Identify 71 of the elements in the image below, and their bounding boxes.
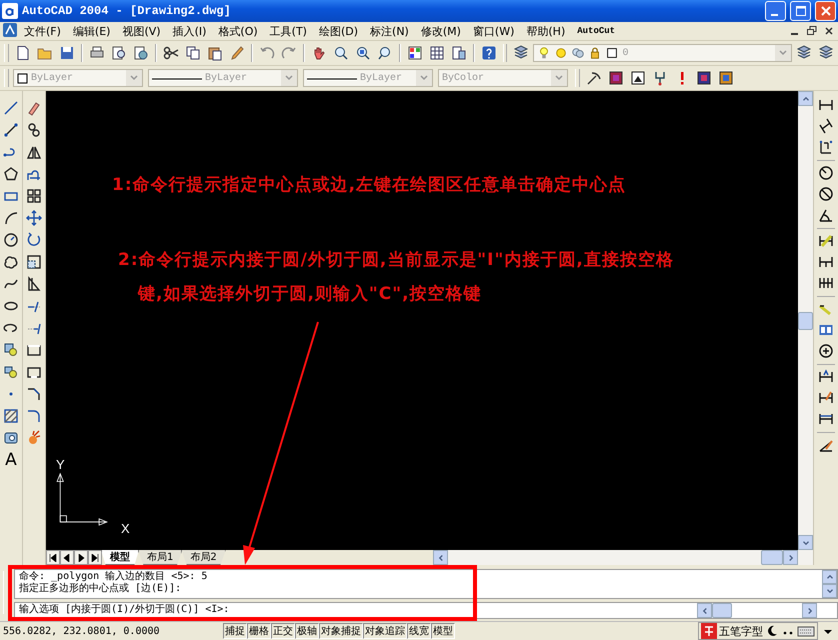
drawing-canvas[interactable]: 1:命令行提示指定中心点或边,左键在绘图区任意单击确定中心点 2:命令行提示内接于圆/外切于圆,当前显示是"I"内接于圆,直接按空格 键,如果选择外切于圆,则输入"C",按空格键 Y X bbox=[46, 91, 798, 550]
tab-prev-icon[interactable] bbox=[60, 550, 74, 565]
close-button[interactable] bbox=[815, 1, 836, 21]
menu-item[interactable]: 帮助(H) bbox=[520, 22, 572, 40]
annotation-text: 1:命令行提示指定中心点或边,左键在绘图区任意单击确定中心点 bbox=[112, 174, 626, 196]
menu-item[interactable]: 编辑(E) bbox=[66, 22, 116, 40]
status-toggle[interactable]: 线宽 bbox=[407, 623, 431, 639]
layout-tab[interactable]: 布局2 bbox=[181, 550, 226, 565]
scroll-thumb[interactable] bbox=[712, 603, 732, 618]
menu-item[interactable]: 视图(V) bbox=[116, 22, 167, 40]
layout-tab[interactable]: 模型 bbox=[101, 550, 139, 565]
tab-last-icon[interactable] bbox=[88, 550, 102, 565]
status-toggle[interactable]: 正交 bbox=[271, 623, 295, 639]
sun-icon bbox=[554, 46, 568, 60]
scroll-up-icon[interactable] bbox=[798, 91, 813, 106]
text-tool[interactable]: A bbox=[0, 449, 22, 471]
property-value: ByColor bbox=[442, 72, 484, 84]
status-toggle[interactable]: 对象追踪 bbox=[363, 623, 407, 639]
dropdown-caret-icon bbox=[420, 74, 428, 82]
menu-item[interactable]: 修改(M) bbox=[414, 22, 467, 40]
property-value: ByLayer bbox=[360, 72, 402, 84]
menu-item[interactable]: 标注(N) bbox=[364, 22, 415, 40]
scroll-left-icon[interactable] bbox=[697, 603, 712, 618]
scroll-left-icon[interactable] bbox=[433, 550, 448, 565]
x-axis-label: X bbox=[121, 521, 130, 536]
maximize-button[interactable] bbox=[790, 1, 811, 21]
annotation-text: 键,如果选择外切于圆,则输入"C",按空格键 bbox=[138, 283, 482, 305]
tab-next-icon[interactable] bbox=[74, 550, 88, 565]
layout-tab[interactable]: 布局1 bbox=[138, 550, 182, 565]
scroll-up-icon[interactable] bbox=[822, 570, 837, 584]
dropdown-caret-icon bbox=[555, 74, 563, 82]
square-icon bbox=[605, 46, 620, 60]
coordinates-readout: 556.0282, 232.0801, 0.0000 bbox=[2, 626, 161, 636]
annotation-text: 2:命令行提示内接于圆/外切于圆,当前显示是"I"内接于圆,直接按空格 bbox=[118, 249, 674, 271]
dropdown-caret-icon bbox=[130, 74, 138, 82]
layer-name: 0 bbox=[622, 48, 628, 58]
restore-icon[interactable] bbox=[804, 24, 819, 38]
command-history-line: 命令: _polygon 输入边的数目 <5>: 5 bbox=[19, 571, 208, 582]
minimize-button[interactable] bbox=[765, 1, 786, 21]
dropdown-caret-icon bbox=[285, 74, 293, 82]
scroll-down-icon[interactable] bbox=[798, 535, 813, 550]
scroll-right-icon[interactable] bbox=[802, 603, 817, 618]
color-swatch-icon bbox=[17, 72, 28, 84]
tab-first-icon[interactable] bbox=[46, 550, 60, 565]
window-title: AutoCAD 2004 - [Drawing2.dwg] bbox=[22, 4, 232, 18]
menu-item[interactable]: 窗口(W) bbox=[466, 22, 520, 40]
scroll-right-icon[interactable] bbox=[783, 550, 798, 565]
status-toggle[interactable]: 极轴 bbox=[295, 623, 319, 639]
app-logo-icon bbox=[2, 3, 18, 19]
status-toggle[interactable]: 对象捕捉 bbox=[319, 623, 363, 639]
status-toggle[interactable]: 栅格 bbox=[247, 623, 271, 639]
scroll-thumb[interactable] bbox=[798, 312, 813, 330]
menu-item[interactable]: 绘图(D) bbox=[312, 22, 364, 40]
minimize-icon bbox=[770, 14, 778, 16]
y-axis-label: Y bbox=[56, 457, 65, 472]
property-value: ByLayer bbox=[205, 72, 248, 84]
scroll-down-icon[interactable] bbox=[822, 584, 837, 598]
maximize-icon bbox=[796, 6, 806, 16]
status-toggle[interactable]: 模型 bbox=[431, 623, 455, 639]
menu-item[interactable]: 文件(F) bbox=[18, 22, 67, 40]
layers-icon bbox=[571, 46, 586, 60]
dropdown-caret-icon bbox=[778, 49, 787, 57]
menu-item[interactable]: 工具(T) bbox=[264, 22, 313, 40]
command-history-line: 指定正多边形的中心点或 [边(E)]: bbox=[19, 583, 182, 595]
property-value: ByLayer bbox=[31, 72, 74, 84]
menu-item[interactable]: AutoCut bbox=[571, 22, 622, 40]
close-icon bbox=[820, 6, 830, 16]
status-toggle[interactable]: 捕捉 bbox=[223, 623, 247, 639]
menu-item[interactable]: 插入(I) bbox=[166, 22, 212, 40]
scroll-thumb[interactable] bbox=[761, 550, 783, 565]
menu-item[interactable]: 格式(O) bbox=[212, 22, 264, 40]
